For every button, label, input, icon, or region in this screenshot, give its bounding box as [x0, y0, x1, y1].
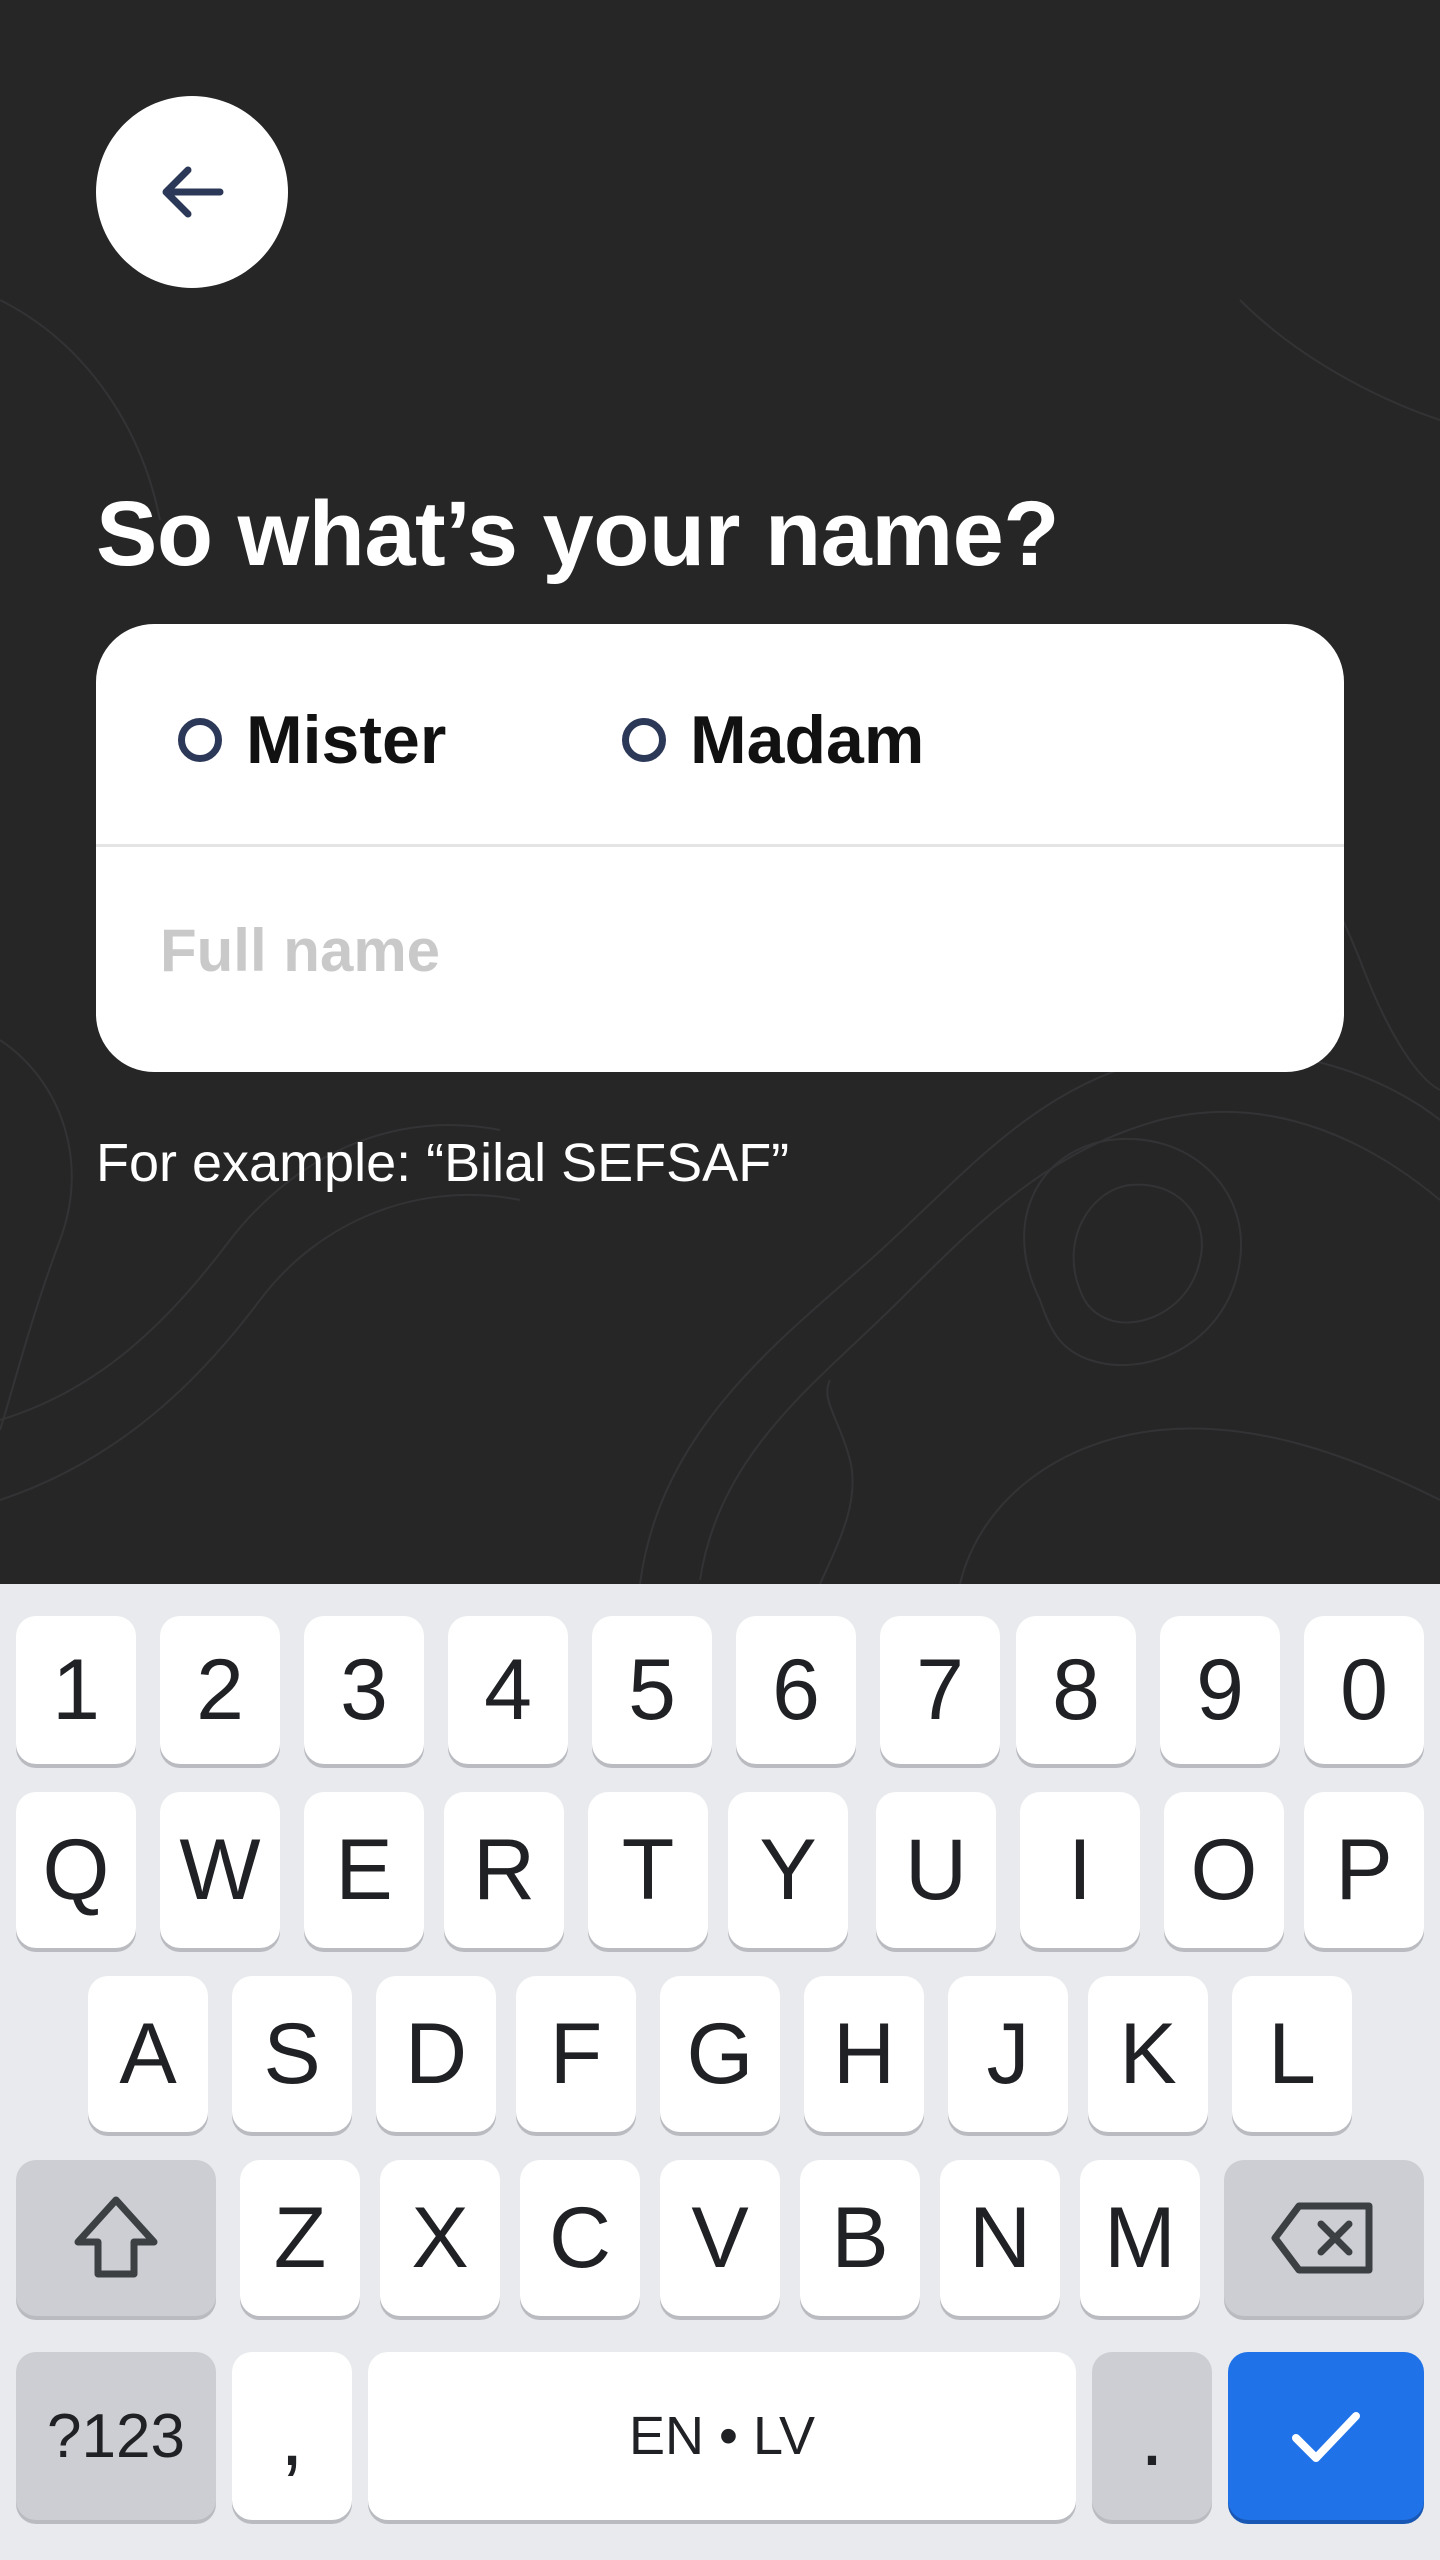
key-i[interactable]: I: [1020, 1792, 1140, 1948]
key-y[interactable]: Y: [728, 1792, 848, 1948]
gender-radio-group: Mister Madam: [96, 624, 1344, 844]
key-k[interactable]: K: [1088, 1976, 1208, 2132]
backspace-icon: [1271, 2202, 1373, 2274]
radio-label: Madam: [690, 702, 925, 778]
key-5[interactable]: 5: [592, 1616, 712, 1764]
key-4[interactable]: 4: [448, 1616, 568, 1764]
key-n[interactable]: N: [940, 2160, 1060, 2316]
key-1[interactable]: 1: [16, 1616, 136, 1764]
key-v[interactable]: V: [660, 2160, 780, 2316]
key-0[interactable]: 0: [1304, 1616, 1424, 1764]
key-x[interactable]: X: [380, 2160, 500, 2316]
key-b[interactable]: B: [800, 2160, 920, 2316]
key-m[interactable]: M: [1080, 2160, 1200, 2316]
name-form-card: Mister Madam: [96, 624, 1344, 1072]
shift-icon: [74, 2196, 158, 2278]
key-3[interactable]: 3: [304, 1616, 424, 1764]
key-o[interactable]: O: [1164, 1792, 1284, 1948]
key-u[interactable]: U: [876, 1792, 996, 1948]
key-s[interactable]: S: [232, 1976, 352, 2132]
divider: [96, 844, 1344, 847]
key-t[interactable]: T: [588, 1792, 708, 1948]
full-name-input[interactable]: [160, 886, 1280, 1014]
key-g[interactable]: G: [660, 1976, 780, 2132]
key-c[interactable]: C: [520, 2160, 640, 2316]
key-8[interactable]: 8: [1016, 1616, 1136, 1764]
period-key[interactable]: .: [1092, 2352, 1212, 2520]
key-2[interactable]: 2: [160, 1616, 280, 1764]
key-q[interactable]: Q: [16, 1792, 136, 1948]
backspace-key[interactable]: [1224, 2160, 1424, 2316]
symbols-key[interactable]: ?123: [16, 2352, 216, 2520]
key-e[interactable]: E: [304, 1792, 424, 1948]
key-z[interactable]: Z: [240, 2160, 360, 2316]
radio-mister[interactable]: Mister: [178, 690, 446, 790]
space-key[interactable]: EN • LV: [368, 2352, 1076, 2520]
key-7[interactable]: 7: [880, 1616, 1000, 1764]
radio-circle-icon: [622, 718, 666, 762]
hint-text: For example: “Bilal SEFSAF”: [96, 1133, 790, 1193]
key-9[interactable]: 9: [1160, 1616, 1280, 1764]
key-h[interactable]: H: [804, 1976, 924, 2132]
key-f[interactable]: F: [516, 1976, 636, 2132]
key-r[interactable]: R: [444, 1792, 564, 1948]
keyboard: 1 2 3 4 5 6 7 8 9 0 Q W E R T Y U I O P …: [0, 1584, 1440, 2560]
key-a[interactable]: A: [88, 1976, 208, 2132]
radio-circle-icon: [178, 718, 222, 762]
page-title: So what’s your name?: [96, 483, 1060, 585]
radio-madam[interactable]: Madam: [622, 690, 924, 790]
key-j[interactable]: J: [948, 1976, 1068, 2132]
checkmark-icon: [1292, 2412, 1360, 2462]
key-p[interactable]: P: [1304, 1792, 1424, 1948]
radio-label: Mister: [246, 702, 447, 778]
enter-key[interactable]: [1228, 2352, 1424, 2520]
key-w[interactable]: W: [160, 1792, 280, 1948]
back-button[interactable]: [96, 96, 288, 288]
comma-key[interactable]: ,: [232, 2352, 352, 2520]
key-l[interactable]: L: [1232, 1976, 1352, 2132]
shift-key[interactable]: [16, 2160, 216, 2316]
key-d[interactable]: D: [376, 1976, 496, 2132]
arrow-left-icon: [162, 166, 224, 218]
key-6[interactable]: 6: [736, 1616, 856, 1764]
